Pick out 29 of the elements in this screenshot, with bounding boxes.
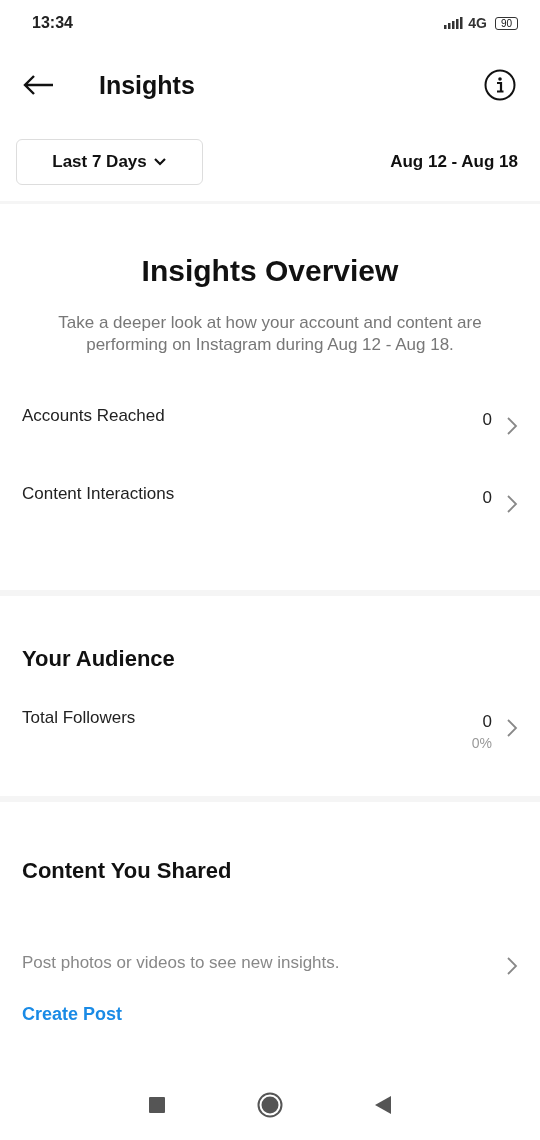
- page-title: Insights: [99, 70, 196, 100]
- caret-icon: [152, 157, 167, 167]
- metric-value: 0: [482, 410, 492, 430]
- info-button[interactable]: [484, 69, 516, 101]
- home-icon[interactable]: [257, 1092, 283, 1118]
- date-range-dropdown[interactable]: Last 7 Days: [16, 139, 203, 185]
- network-label: 4G: [468, 15, 487, 31]
- metric-value: 0: [482, 712, 492, 732]
- back-icon[interactable]: [375, 1096, 391, 1114]
- battery-indicator: 90: [494, 16, 518, 30]
- create-post-link[interactable]: Create Post: [22, 1004, 123, 1025]
- section-title: Insights Overview: [140, 254, 400, 288]
- metric-label: Accounts Reached: [22, 406, 165, 426]
- chevron-icon[interactable]: [506, 416, 518, 436]
- chevron-icon[interactable]: [506, 718, 518, 738]
- status-time: 13:34: [32, 14, 73, 32]
- signal-icon: [444, 17, 465, 29]
- section-title: Your Audience: [22, 646, 176, 672]
- chevron-icon[interactable]: [506, 494, 518, 514]
- section-title: Content You Shared: [22, 858, 233, 884]
- chevron-icon[interactable]: [506, 956, 518, 976]
- date-range-label: Aug 12 - Aug 18: [390, 152, 518, 172]
- empty-message: Post photos or videos to see new insights.: [22, 953, 340, 973]
- metric-label: Total Followers: [22, 708, 136, 728]
- metric-value: 0: [482, 488, 492, 508]
- back-arrow-icon[interactable]: [22, 74, 54, 96]
- metric-label: Content Interactions: [22, 484, 175, 504]
- section-description: Take a deeper look at how your account and content are performing on Instagram during Aug 12 - Aug 18.: [57, 312, 483, 356]
- metric-change: 0%: [471, 735, 492, 751]
